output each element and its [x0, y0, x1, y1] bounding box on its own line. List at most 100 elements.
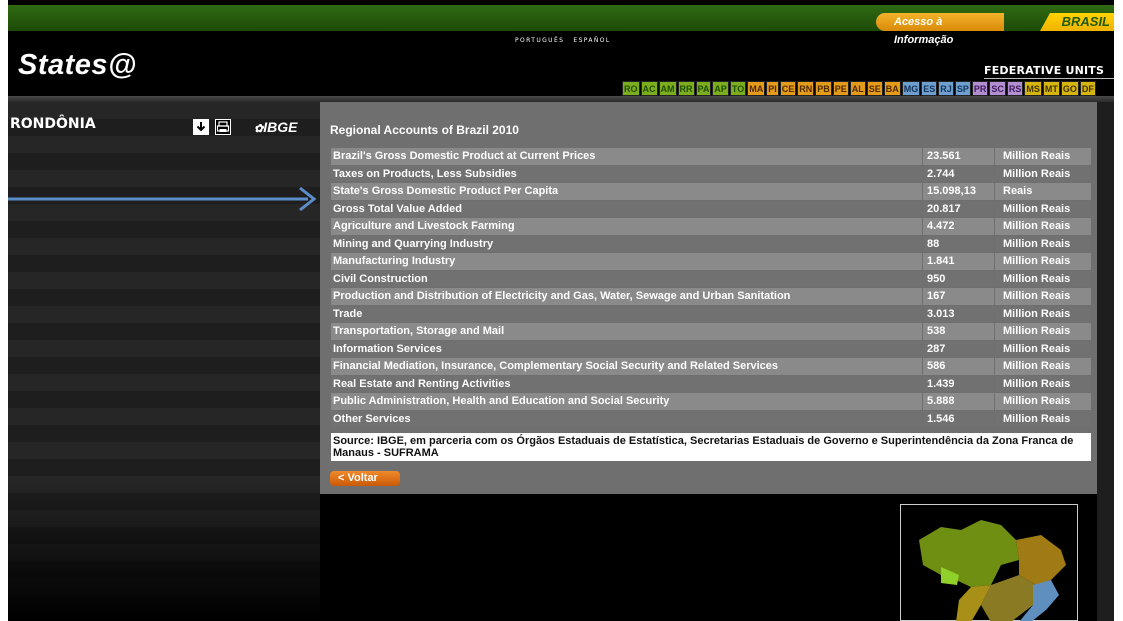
table-row: Civil Construction 950 Million Reais [331, 270, 1091, 288]
table-row: Mining and Quarrying Industry 88 Million R… [331, 235, 1091, 253]
state-badge-go[interactable]: GO [1060, 81, 1079, 96]
language-switcher: PORTUGUÊS ESPAÑOL [515, 37, 620, 44]
state-badge-es[interactable]: ES [921, 81, 938, 96]
table-row: Manufacturing Industry 1.841 Million Reais [331, 253, 1091, 271]
state-badge-mt[interactable]: MT [1042, 81, 1060, 96]
cell-value: 20.817 [925, 200, 995, 217]
cell-unit: Million Reais [1003, 202, 1071, 215]
table-row: Agriculture and Livestock Farming 4.472 Mi… [331, 218, 1091, 236]
cell-unit: Million Reais [1003, 342, 1071, 355]
cell-unit: Million Reais [1003, 412, 1071, 425]
table-row: Trade 3.013 Million Reais [331, 305, 1091, 323]
state-badge-ma[interactable]: MA [747, 81, 766, 96]
cell-value: 88 [925, 235, 995, 252]
brazil-minimap[interactable] [900, 504, 1078, 621]
table-row: Gross Total Value Added 20.817 Million Rea… [331, 200, 1091, 218]
state-badge-mg[interactable]: MG [901, 81, 921, 96]
state-badge-sc[interactable]: SC [989, 81, 1006, 96]
cell-value: 1.841 [925, 253, 995, 270]
table-row: Financial Mediation, Insurance, Compleme… [331, 358, 1091, 376]
cell-label: Information Services [331, 340, 923, 357]
state-badge-rj[interactable]: RJ [938, 81, 954, 96]
state-badge-se[interactable]: SE [866, 81, 883, 96]
brasil-link[interactable]: BRASIL [1040, 13, 1114, 31]
left-panel: RONDÔNIA ✿IBGE [8, 102, 320, 621]
table-row: Real Estate and Renting Activities 1.439 M… [331, 375, 1091, 393]
cell-unit: Million Reais [1003, 237, 1071, 250]
cell-unit: Million Reais [1003, 360, 1071, 372]
back-button[interactable]: < Voltar [330, 471, 400, 486]
cell-unit: Million Reais [1003, 290, 1071, 302]
state-badge-pi[interactable]: PI [766, 81, 779, 96]
state-selector: RO AC AM RR PA AP TO MA PI CE RN PB PE AL SE BA MG ES RJ SP… [622, 81, 1096, 96]
cell-unit: Million Reais [1003, 220, 1071, 232]
cell-label: Financial Mediation, Insurance, Compleme… [331, 358, 923, 375]
state-badge-ro[interactable]: RO [622, 81, 640, 96]
table-row: Production and Distribution of Electrici… [331, 288, 1091, 306]
state-badge-pe[interactable]: PE [832, 81, 849, 96]
divider [984, 78, 1114, 79]
page: Acesso à Informação BRASIL PORTUGUÊS ESPA… [8, 0, 1114, 621]
state-badge-ac[interactable]: AC [640, 81, 658, 96]
content-title: Regional Accounts of Brazil 2010 [330, 123, 519, 137]
cell-unit: Million Reais [1003, 377, 1071, 390]
state-badge-pb[interactable]: PB [815, 81, 832, 96]
cell-label: Public Administration, Health and Educat… [331, 393, 923, 410]
government-bar: Acesso à Informação BRASIL [8, 5, 1114, 46]
acesso-informacao-link[interactable]: Acesso à Informação [876, 13, 1004, 46]
state-badge-pa[interactable]: PA [695, 81, 712, 96]
cell-unit: Million Reais [1003, 272, 1071, 285]
state-badge-ba[interactable]: BA [883, 81, 901, 96]
cell-unit: Million Reais [1003, 325, 1071, 337]
cell-label: Other Services [331, 410, 923, 427]
cell-value: 1.439 [925, 375, 995, 392]
state-badge-df[interactable]: DF [1079, 81, 1096, 96]
cell-label: Transportation, Storage and Mail [331, 323, 923, 340]
right-strip [1097, 102, 1114, 621]
print-icon[interactable] [215, 119, 231, 135]
cell-label: State's Gross Domestic Product Per Capit… [331, 183, 923, 200]
state-badge-ms[interactable]: MS [1024, 81, 1042, 96]
cell-value: 4.472 [925, 218, 995, 235]
content-panel: Regional Accounts of Brazil 2010 Brazil'… [320, 102, 1097, 494]
state-badge-rn[interactable]: RN [797, 81, 815, 96]
table-row: Transportation, Storage and Mail 538 Milli… [331, 323, 1091, 341]
state-badge-to[interactable]: TO [729, 81, 747, 96]
ibge-logo[interactable]: ✿IBGE [254, 119, 297, 135]
cell-unit: Million Reais [1003, 307, 1071, 320]
cell-unit: Million Reais [1003, 167, 1071, 180]
table-row: Other Services 1.546 Million Reais [331, 410, 1091, 428]
state-badge-ce[interactable]: CE [779, 81, 797, 96]
cell-value: 2.744 [925, 165, 995, 182]
state-badge-al[interactable]: AL [849, 81, 866, 96]
state-badge-rr[interactable]: RR [677, 81, 695, 96]
state-badge-sp[interactable]: SP [954, 81, 971, 96]
cell-value: 23.561 [925, 148, 995, 165]
table-row: Information Services 287 Million Reais [331, 340, 1091, 358]
cell-value: 5.888 [925, 393, 995, 410]
cell-value: 586 [925, 358, 995, 375]
lang-espanol-link[interactable]: ESPAÑOL [573, 37, 610, 44]
cell-label: Brazil's Gross Domestic Product at Curre… [331, 148, 923, 165]
accounts-table: Brazil's Gross Domestic Product at Curre… [331, 148, 1091, 428]
ibge-logo-text: IBGE [263, 119, 298, 135]
states-logo[interactable]: States@ [18, 49, 137, 82]
cell-label: Agriculture and Livestock Farming [331, 218, 923, 235]
cell-value: 15.098,13 [925, 183, 995, 200]
state-badge-am[interactable]: AM [658, 81, 677, 96]
cell-value: 287 [925, 340, 995, 357]
cell-value: 3.013 [925, 305, 995, 322]
source-note: Source: IBGE, em parceria com os Órgãos … [331, 433, 1091, 461]
cell-unit: Reais [1003, 185, 1033, 197]
cell-unit: Million Reais [1003, 150, 1071, 162]
state-badge-rs[interactable]: RS [1006, 81, 1024, 96]
lang-portugues-link[interactable]: PORTUGUÊS [515, 37, 564, 44]
state-badge-pr[interactable]: PR [971, 81, 989, 96]
cell-unit: Million Reais [1003, 395, 1071, 407]
cell-label: Production and Distribution of Electrici… [331, 288, 923, 305]
download-icon[interactable] [193, 119, 209, 135]
cell-label: Taxes on Products, Less Subsidies [331, 165, 923, 182]
federative-units-label: FEDERATIVE UNITS [984, 64, 1105, 77]
state-badge-ap[interactable]: AP [712, 81, 729, 96]
table-row: State's Gross Domestic Product Per Capit… [331, 183, 1091, 201]
